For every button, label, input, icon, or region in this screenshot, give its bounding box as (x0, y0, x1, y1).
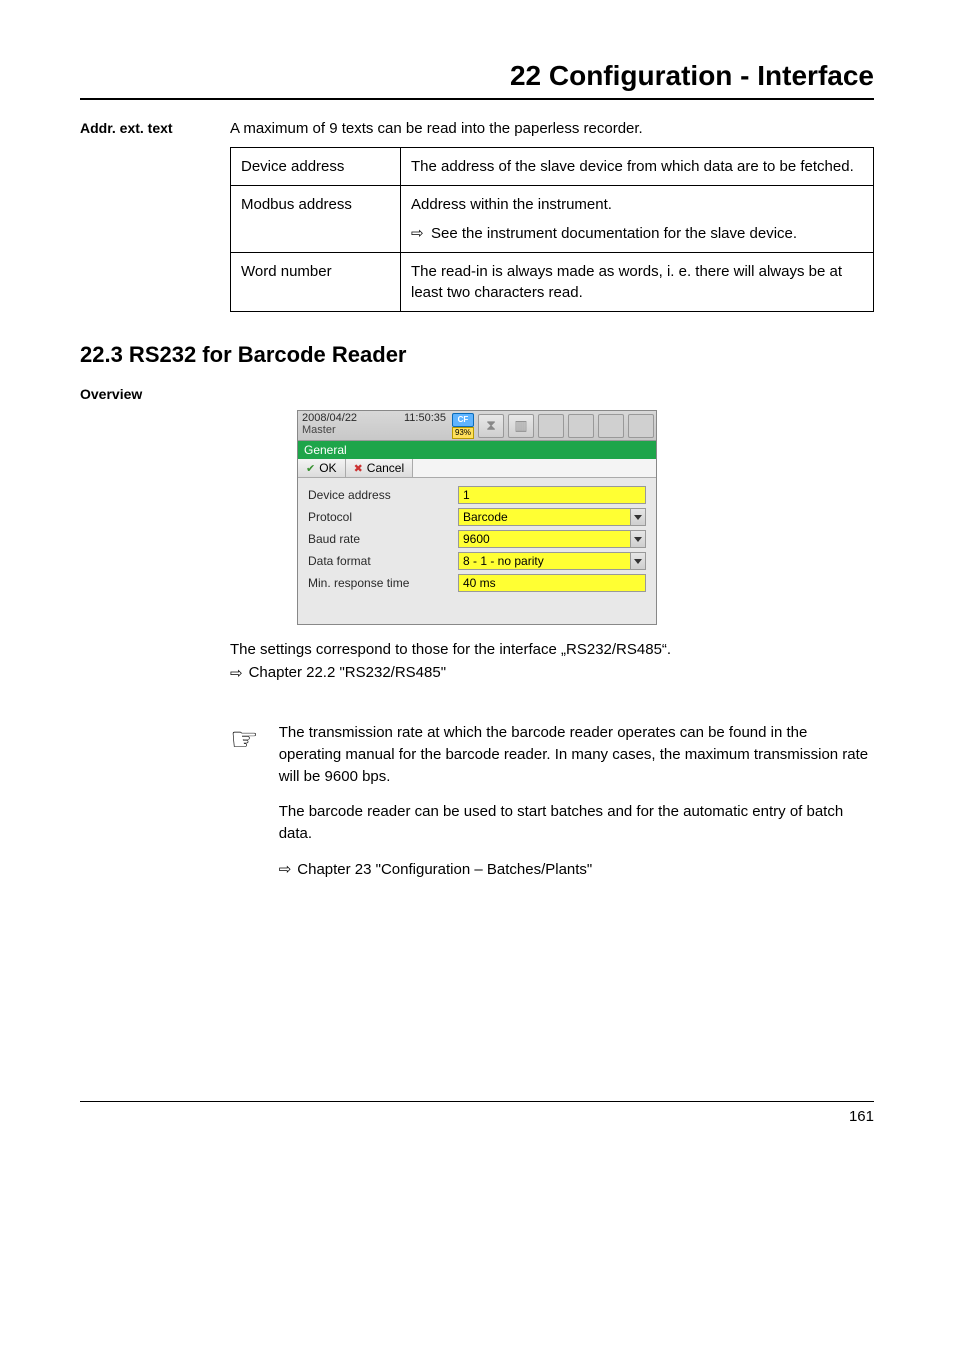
side-label-addr-ext: Addr. ext. text (80, 118, 230, 312)
protocol-label: Protocol (308, 510, 458, 524)
device-time: 11:50:35 (404, 412, 446, 424)
protocol-select[interactable]: Barcode (458, 508, 630, 526)
devaddr-label: Device address (308, 488, 458, 502)
ok-button[interactable]: OK (298, 459, 346, 477)
table-row: Modbus address Address within the instru… (231, 186, 874, 253)
tip-paragraph-1: The transmission rate at which the barco… (279, 722, 874, 787)
tip-paragraph-2: The barcode reader can be used to start … (279, 801, 874, 845)
header-rule (80, 98, 874, 100)
alarm-icon[interactable]: ⧗ (478, 414, 504, 438)
device-general-header: General (298, 441, 656, 459)
intro-text: A maximum of 9 texts can be read into th… (230, 118, 874, 139)
after-device-ref: Chapter 22.2 "RS232/RS485" (249, 664, 446, 682)
modbus-line-1: Address within the instrument. (411, 194, 863, 215)
cell-device-address-desc: The address of the slave device from whi… (401, 148, 874, 186)
cell-modbus-address-desc: Address within the instrument. ⇨ See the… (401, 186, 874, 253)
ok-label: OK (319, 461, 336, 475)
blank-slot-2 (568, 414, 594, 438)
pct-icon: 93% (452, 427, 474, 439)
blank-slot-4 (628, 414, 654, 438)
cell-device-address-label: Device address (231, 148, 401, 186)
baud-label: Baud rate (308, 532, 458, 546)
chapter-title: 22 Configuration - Interface (80, 60, 874, 92)
dataformat-label: Data format (308, 554, 458, 568)
minresp-label: Min. response time (308, 576, 458, 590)
minresp-input[interactable]: 40 ms (458, 574, 646, 592)
tip-ref: Chapter 23 "Configuration – Batches/Plan… (297, 859, 592, 881)
table-row: Word number The read-in is always made a… (231, 253, 874, 312)
cell-word-number-label: Word number (231, 253, 401, 312)
devaddr-input[interactable]: 1 (458, 486, 646, 504)
chart-icon[interactable]: ▥ (508, 414, 534, 438)
table-row: Device address The address of the slave … (231, 148, 874, 186)
cancel-button[interactable]: Cancel (346, 459, 414, 477)
dataformat-select[interactable]: 8 - 1 - no parity (458, 552, 630, 570)
side-label-overview: Overview (80, 386, 874, 402)
hand-pointer-icon: ☞ (230, 720, 259, 881)
device-screenshot: 2008/04/22 11:50:35 Master CF 93% ⧗ ▥ Ge… (297, 410, 657, 625)
cell-word-number-desc: The read-in is always made as words, i. … (401, 253, 874, 312)
cell-modbus-address-label: Modbus address (231, 186, 401, 253)
blank-slot-3 (598, 414, 624, 438)
chevron-down-icon[interactable] (630, 508, 646, 526)
baud-select[interactable]: 9600 (458, 530, 630, 548)
chevron-down-icon[interactable] (630, 552, 646, 570)
page-number: 161 (80, 1101, 874, 1125)
device-mode: Master (302, 424, 446, 436)
cf-icon: CF (452, 413, 474, 427)
after-device-text: The settings correspond to those for the… (230, 641, 874, 658)
arrow-icon: ⇨ (279, 859, 292, 881)
addr-ext-table: Device address The address of the slave … (230, 147, 874, 312)
device-titlebar: 2008/04/22 11:50:35 Master CF 93% ⧗ ▥ (298, 411, 656, 441)
cancel-label: Cancel (367, 461, 404, 475)
blank-slot-1 (538, 414, 564, 438)
arrow-icon: ⇨ (230, 664, 243, 682)
section-heading: 22.3 RS232 for Barcode Reader (80, 342, 874, 368)
chevron-down-icon[interactable] (630, 530, 646, 548)
device-date: 2008/04/22 (302, 412, 357, 424)
modbus-line-2: See the instrument documentation for the… (431, 223, 863, 244)
arrow-icon: ⇨ (411, 223, 431, 244)
